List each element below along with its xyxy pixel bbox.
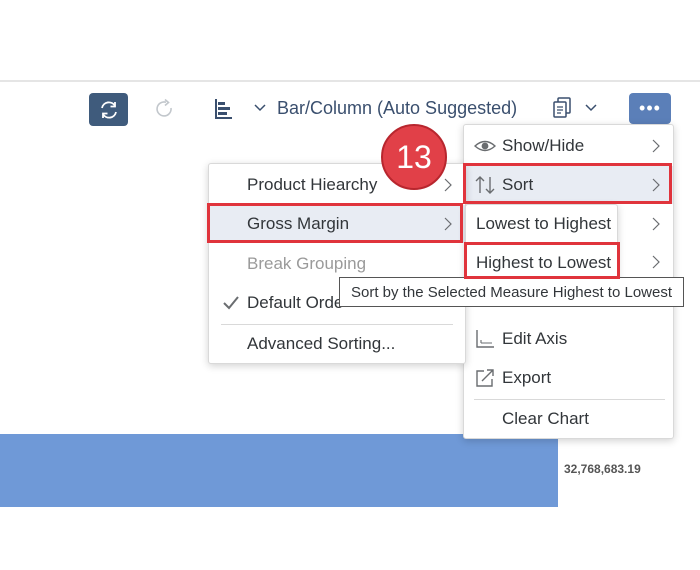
export-icon <box>476 369 494 387</box>
menu-item-advanced-sorting[interactable]: Advanced Sorting... <box>209 325 465 363</box>
more-icon: ••• <box>639 98 661 118</box>
menu-item-edit-axis[interactable]: Edit Axis <box>464 320 673 358</box>
sort-dimension-menu: Product Hiearchy Gross Margin Break Grou… <box>208 163 466 364</box>
refresh-icon <box>100 101 117 118</box>
tooltip: Sort by the Selected Measure Highest to … <box>339 277 685 307</box>
chevron-right-icon <box>652 139 660 153</box>
eye-icon <box>474 140 496 152</box>
chevron-down-icon[interactable] <box>584 100 598 116</box>
copy-icon[interactable] <box>550 95 574 121</box>
menu-item-show-hide[interactable]: Show/Hide <box>464 127 673 165</box>
chevron-right-icon <box>652 178 660 192</box>
chevron-right-icon <box>444 217 452 231</box>
chart-bar[interactable] <box>0 434 558 507</box>
menu-item-gross-margin[interactable]: Gross Margin <box>209 205 465 243</box>
menu-item-export[interactable]: Export <box>464 359 673 397</box>
menu-item-sort[interactable]: Sort <box>464 166 673 204</box>
menu-item-lowest-to-highest[interactable]: Lowest to Highest <box>466 205 617 243</box>
step-number-badge: 13 <box>381 124 447 190</box>
header-divider <box>0 80 700 82</box>
chevron-right-icon <box>444 178 452 192</box>
chart-type-label[interactable]: Bar/Column (Auto Suggested) <box>277 98 517 119</box>
bar-value-label: 32,768,683.19 <box>564 462 641 476</box>
refresh-button[interactable] <box>89 93 128 126</box>
sort-icon <box>475 176 495 194</box>
redo-button[interactable] <box>152 96 178 122</box>
chevron-down-icon[interactable] <box>253 100 267 116</box>
checkmark-icon <box>223 296 239 310</box>
bar-chart-icon[interactable] <box>212 97 234 121</box>
more-options-button[interactable]: ••• <box>629 93 671 124</box>
menu-item-clear-chart[interactable]: Clear Chart <box>464 400 673 438</box>
chevron-right-icon <box>652 217 660 231</box>
redo-icon <box>156 98 172 117</box>
axis-icon <box>476 330 494 348</box>
sort-order-menu: Lowest to Highest Highest to Lowest <box>465 204 618 286</box>
chevron-right-icon <box>652 255 660 269</box>
